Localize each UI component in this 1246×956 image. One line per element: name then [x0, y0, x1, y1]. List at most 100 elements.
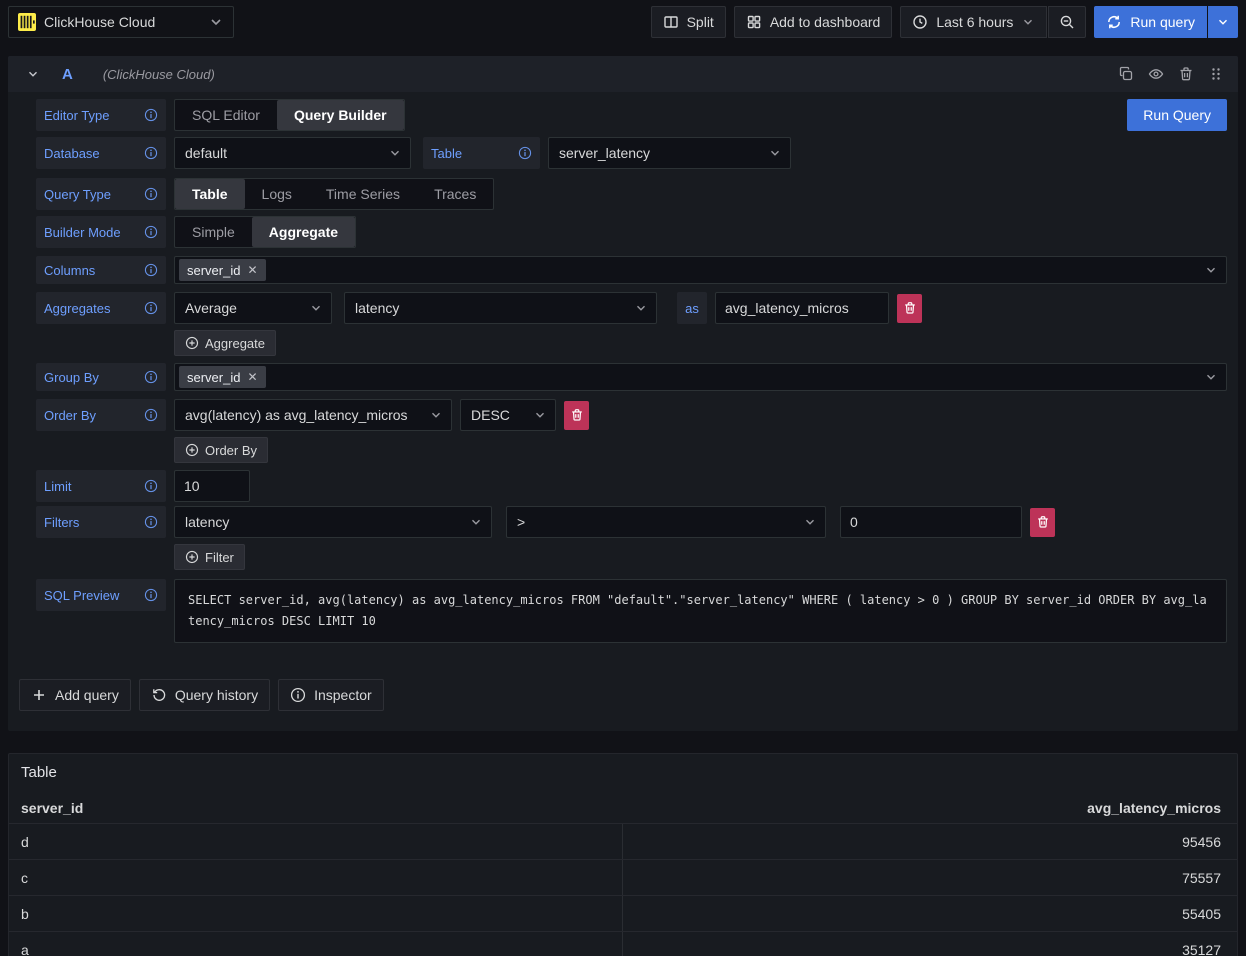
copy-icon[interactable]	[1118, 66, 1134, 82]
table-row[interactable]: c 75557	[9, 859, 1237, 895]
column-header-server-id[interactable]: server_id	[9, 800, 622, 816]
query-ref-id[interactable]: A	[62, 66, 73, 83]
add-to-dashboard-button[interactable]: Add to dashboard	[734, 6, 893, 38]
clock-icon	[912, 14, 928, 30]
aggregate-column-select[interactable]: latency	[344, 292, 657, 324]
table-row[interactable]: b 55405	[9, 895, 1237, 931]
query-editor-footer: Add query Query history Inspector	[19, 649, 1227, 711]
trash-icon	[903, 301, 917, 315]
table-select[interactable]: server_latency	[548, 137, 791, 169]
query-editor-body: Editor Type SQL Editor Query Builder Run…	[8, 92, 1238, 731]
info-icon[interactable]	[144, 225, 158, 239]
info-icon[interactable]	[144, 187, 158, 201]
info-icon[interactable]	[144, 146, 158, 160]
group-by-multiselect[interactable]: server_id ✕	[174, 363, 1227, 391]
query-type-time-series[interactable]: Time Series	[309, 179, 417, 209]
chevron-down-icon	[533, 408, 547, 422]
columns-label: Columns	[36, 256, 166, 284]
info-icon	[290, 687, 306, 703]
info-icon[interactable]	[144, 263, 158, 277]
table-row[interactable]: d 95456	[9, 823, 1237, 859]
query-type-logs[interactable]: Logs	[245, 179, 309, 209]
query-row-actions	[1118, 66, 1224, 82]
table-row[interactable]: a 35127	[9, 931, 1237, 956]
group-by-label: Group By	[36, 363, 166, 391]
close-icon[interactable]: ✕	[247, 264, 257, 276]
info-icon[interactable]	[144, 370, 158, 384]
split-icon	[663, 14, 679, 30]
run-query-dropdown-button[interactable]	[1208, 6, 1238, 38]
datasource-name: ClickHouse Cloud	[44, 14, 200, 30]
info-icon[interactable]	[518, 146, 532, 160]
editor-type-switch: SQL Editor Query Builder	[174, 99, 405, 131]
time-picker-group: Last 6 hours	[900, 6, 1086, 38]
table-header-row: server_id avg_latency_micros	[9, 793, 1237, 823]
explore-toolbar: ClickHouse Cloud Split Add to dashboard …	[0, 0, 1246, 44]
inspector-button[interactable]: Inspector	[278, 679, 384, 711]
collapse-chevron-icon[interactable]	[26, 67, 40, 81]
clickhouse-logo-icon	[18, 13, 36, 31]
query-type-traces[interactable]: Traces	[417, 179, 493, 209]
zoom-out-icon	[1059, 14, 1075, 30]
split-button[interactable]: Split	[651, 6, 726, 38]
chevron-down-icon	[1021, 15, 1035, 29]
table-panel-title: Table	[9, 754, 1237, 787]
database-select[interactable]: default	[174, 137, 411, 169]
editor-type-sql-editor[interactable]: SQL Editor	[175, 100, 277, 130]
eye-icon[interactable]	[1148, 66, 1164, 82]
toolbar-actions: Split Add to dashboard Last 6 hours Run …	[651, 6, 1238, 38]
close-icon[interactable]: ✕	[247, 371, 257, 383]
add-filter-button[interactable]: Filter	[174, 544, 245, 570]
builder-mode-simple[interactable]: Simple	[175, 217, 252, 247]
database-label: Database	[36, 137, 166, 169]
query-datasource-hint: (ClickHouse Cloud)	[103, 67, 215, 82]
order-by-label: Order By	[36, 399, 166, 431]
datasource-picker[interactable]: ClickHouse Cloud	[8, 6, 234, 38]
chevron-down-icon	[1216, 15, 1230, 29]
filter-column-select[interactable]: latency	[174, 506, 492, 538]
time-range-button[interactable]: Last 6 hours	[900, 6, 1047, 38]
order-by-field-select[interactable]: avg(latency) as avg_latency_micros	[174, 399, 452, 431]
drag-handle-icon[interactable]	[1208, 66, 1224, 82]
split-label: Split	[687, 14, 714, 30]
add-order-by-button[interactable]: Order By	[174, 437, 268, 463]
aggregates-label: Aggregates	[36, 292, 166, 324]
builder-mode-aggregate[interactable]: Aggregate	[252, 217, 355, 247]
editor-type-query-builder[interactable]: Query Builder	[277, 100, 404, 130]
filter-operator-select[interactable]: >	[506, 506, 826, 538]
chevron-down-icon	[309, 301, 323, 315]
column-header-avg-latency-micros[interactable]: avg_latency_micros	[622, 800, 1237, 816]
limit-input[interactable]	[174, 470, 250, 502]
info-icon[interactable]	[144, 515, 158, 529]
run-query-panel-button[interactable]: Run Query	[1127, 99, 1227, 131]
sql-preview-text: SELECT server_id, avg(latency) as avg_la…	[174, 579, 1227, 643]
add-query-button[interactable]: Add query	[19, 679, 131, 711]
info-icon[interactable]	[144, 479, 158, 493]
table-label: Table	[423, 137, 540, 169]
add-aggregate-button[interactable]: Aggregate	[174, 330, 276, 356]
trash-icon[interactable]	[1178, 66, 1194, 82]
info-icon[interactable]	[144, 408, 158, 422]
remove-order-by-button[interactable]	[564, 401, 589, 430]
aggregate-alias-input[interactable]	[715, 292, 889, 324]
builder-mode-label: Builder Mode	[36, 216, 166, 248]
info-icon[interactable]	[144, 301, 158, 315]
query-history-button[interactable]: Query history	[139, 679, 270, 711]
query-editor-panel: A (ClickHouse Cloud) Editor Type SQL Edi…	[8, 56, 1238, 731]
query-type-table[interactable]: Table	[175, 179, 245, 209]
remove-filter-button[interactable]	[1030, 508, 1055, 537]
run-query-panel-label: Run Query	[1143, 107, 1211, 123]
run-query-button[interactable]: Run query	[1094, 6, 1207, 38]
info-icon[interactable]	[144, 108, 158, 122]
add-to-dashboard-label: Add to dashboard	[770, 14, 881, 30]
aggregate-function-select[interactable]: Average	[174, 292, 332, 324]
info-icon[interactable]	[144, 588, 158, 602]
chevron-down-icon	[768, 146, 782, 160]
zoom-out-time-button[interactable]	[1048, 6, 1086, 38]
remove-aggregate-button[interactable]	[897, 294, 922, 323]
filter-value-input[interactable]	[840, 506, 1022, 538]
run-query-group: Run query	[1094, 6, 1238, 38]
chevron-down-icon	[1204, 370, 1218, 384]
columns-multiselect[interactable]: server_id ✕	[174, 256, 1227, 284]
order-by-direction-select[interactable]: DESC	[460, 399, 556, 431]
